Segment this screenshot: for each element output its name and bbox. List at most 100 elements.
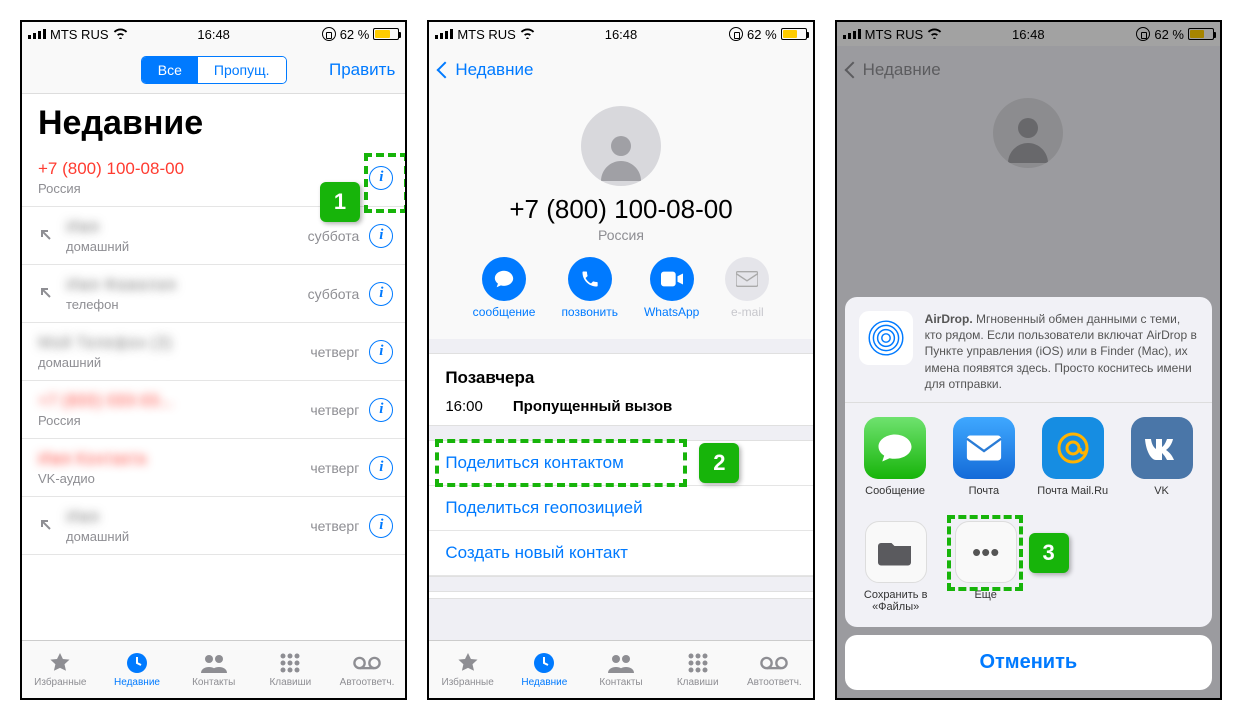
share-apps-row[interactable]: Сообщение Почта Почта Mail.Ru xyxy=(845,403,1212,507)
recents-list[interactable]: +7 (800) 100-08-00 Россия i Имя домашний… xyxy=(22,149,405,640)
page-title: Недавние xyxy=(22,94,405,149)
action-label: Сохранить в «Файлы» xyxy=(856,589,936,613)
info-icon[interactable]: i xyxy=(369,224,393,248)
phone-number: +7 (800) 100-08-00 xyxy=(429,194,812,225)
tab-favorites[interactable]: Избранные xyxy=(22,641,99,698)
outgoing-icon xyxy=(38,227,56,245)
share-location-button[interactable]: Поделиться геопозицией xyxy=(429,486,812,531)
call-date: четверг xyxy=(310,518,359,534)
call-name: Имя xyxy=(66,507,310,527)
call-sub: домашний xyxy=(66,239,308,254)
edit-button[interactable]: Править xyxy=(325,60,395,80)
mail-icon xyxy=(725,257,769,301)
tab-favorites[interactable]: Избранные xyxy=(429,641,506,698)
seg-missed[interactable]: Пропущ. xyxy=(198,57,286,83)
voicemail-icon xyxy=(760,651,788,675)
call-date: четверг xyxy=(310,460,359,476)
log-type: Пропущенный вызов xyxy=(513,398,672,415)
app-label: Почта xyxy=(969,485,1000,497)
app-messages[interactable]: Сообщение xyxy=(851,417,940,497)
tab-keypad[interactable]: Клавиши xyxy=(252,641,329,698)
app-mailru[interactable]: Почта Mail.Ru xyxy=(1028,417,1117,497)
segmented-control[interactable]: Все Пропущ. xyxy=(141,56,287,84)
action-label: WhatsApp xyxy=(644,305,699,319)
mailru-icon xyxy=(1042,417,1104,479)
call-row[interactable]: Мой Телефон (3) домашний четверг i xyxy=(22,323,405,381)
tab-label: Клавиши xyxy=(269,677,311,688)
chevron-left-icon xyxy=(437,62,454,79)
star-icon xyxy=(46,651,74,675)
call-name: Имя Фамилия xyxy=(66,275,308,295)
clock-icon xyxy=(530,651,558,675)
tab-contacts[interactable]: Контакты xyxy=(175,641,252,698)
app-mail[interactable]: Почта xyxy=(939,417,1028,497)
tab-label: Избранные xyxy=(442,677,494,688)
call-date: суббота xyxy=(308,286,360,302)
call-row[interactable]: Имя Фамилия телефон суббота i xyxy=(22,265,405,323)
seg-all[interactable]: Все xyxy=(142,57,198,83)
battery-label: 62 % xyxy=(340,27,370,42)
call-name: +7 (800) 100-08-00 xyxy=(38,159,359,179)
signal-icon xyxy=(28,29,46,39)
battery-icon xyxy=(781,28,807,40)
tab-contacts[interactable]: Контакты xyxy=(583,641,660,698)
action-message[interactable]: сообщение xyxy=(473,257,536,319)
tab-label: Контакты xyxy=(599,677,642,688)
share-contact-button[interactable]: Поделиться контактом xyxy=(429,441,812,486)
tab-bar: Избранные Недавние Контакты Клавиши Авто… xyxy=(22,640,405,698)
message-icon xyxy=(482,257,526,301)
call-row[interactable]: Имя Контакта VK-аудио четверг i xyxy=(22,439,405,497)
keypad-icon xyxy=(276,651,304,675)
action-more[interactable]: ••• Еще 3 xyxy=(941,521,1031,613)
tab-label: Автоответч. xyxy=(747,677,802,688)
tab-keypad[interactable]: Клавиши xyxy=(659,641,736,698)
actions-block: Поделиться контактом Поделиться геопозиц… xyxy=(429,440,812,577)
clock-label: 16:48 xyxy=(605,27,638,42)
info-icon[interactable]: i xyxy=(369,456,393,480)
messages-icon xyxy=(864,417,926,479)
tab-voicemail[interactable]: Автоответч. xyxy=(329,641,406,698)
back-button[interactable]: Недавние xyxy=(439,60,533,80)
create-contact-button[interactable]: Создать новый контакт xyxy=(429,531,812,576)
callout-3-badge: 3 xyxy=(1029,533,1069,573)
star-icon xyxy=(454,651,482,675)
extra-block xyxy=(429,591,812,599)
call-row[interactable]: +7 (800) 000-00... Россия четверг i xyxy=(22,381,405,439)
call-sub: домашний xyxy=(38,355,310,370)
info-icon[interactable]: i xyxy=(369,514,393,538)
airdrop-description: AirDrop. Мгновенный обмен данными с теми… xyxy=(925,311,1198,392)
tab-label: Контакты xyxy=(192,677,235,688)
clock-icon xyxy=(123,651,151,675)
airdrop-title: AirDrop. xyxy=(925,312,973,326)
call-date: четверг xyxy=(310,344,359,360)
tab-label: Недавние xyxy=(521,677,567,688)
tab-recents[interactable]: Недавние xyxy=(99,641,176,698)
info-icon[interactable]: i xyxy=(369,166,393,190)
orientation-lock-icon xyxy=(729,27,743,41)
clock-label: 16:48 xyxy=(197,27,230,42)
action-label: Еще xyxy=(974,589,996,601)
share-actions-row[interactable]: Сохранить в «Файлы» ••• Еще 3 xyxy=(845,507,1212,627)
carrier-label: MTS RUS xyxy=(457,27,516,42)
mail-icon xyxy=(953,417,1015,479)
action-label: e-mail xyxy=(731,305,764,319)
airdrop-section: AirDrop. Мгновенный обмен данными с теми… xyxy=(845,297,1212,403)
status-bar: MTS RUS 16:48 62 % xyxy=(22,22,405,46)
app-vk[interactable]: VK xyxy=(1117,417,1206,497)
call-row[interactable]: Имя домашний четверг i xyxy=(22,497,405,555)
info-icon[interactable]: i xyxy=(369,398,393,422)
info-icon[interactable]: i xyxy=(369,282,393,306)
action-label: позвонить xyxy=(561,305,618,319)
phone-icon xyxy=(568,257,612,301)
action-whatsapp[interactable]: WhatsApp xyxy=(644,257,699,319)
tab-voicemail[interactable]: Автоответч. xyxy=(736,641,813,698)
info-icon[interactable]: i xyxy=(369,340,393,364)
call-name: +7 (800) 000-00... xyxy=(38,391,310,411)
action-call[interactable]: позвонить xyxy=(561,257,618,319)
outgoing-icon xyxy=(38,285,56,303)
wifi-icon xyxy=(520,27,535,42)
action-save-files[interactable]: Сохранить в «Файлы» xyxy=(851,521,941,613)
call-sub: телефон xyxy=(66,297,308,312)
tab-recents[interactable]: Недавние xyxy=(506,641,583,698)
cancel-button[interactable]: Отменить xyxy=(845,635,1212,690)
